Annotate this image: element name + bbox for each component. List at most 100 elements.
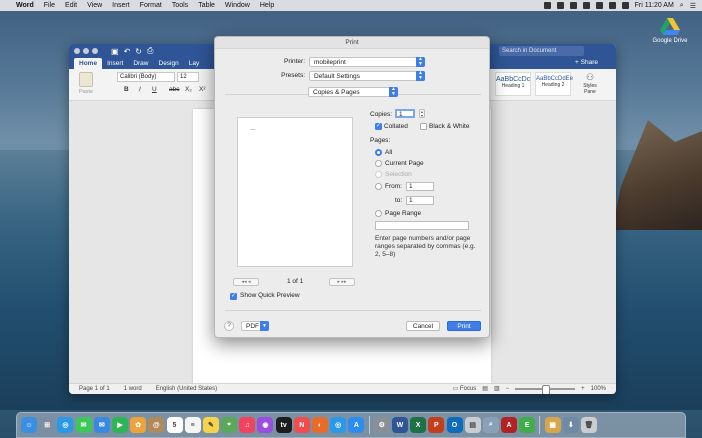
first-page-button[interactable]: ◂◂ ◂ (233, 278, 259, 286)
from-radio[interactable] (375, 183, 382, 190)
dock-tv-icon[interactable]: tv (275, 417, 292, 433)
presets-select[interactable]: Default Settings ▲ ▼ (309, 71, 425, 81)
google-drive-desktop-icon[interactable]: Google Drive (652, 18, 688, 44)
dock-printer-icon[interactable]: ▤ (464, 417, 481, 433)
printer-select[interactable]: mobileprint ▲ ▼ (309, 57, 425, 67)
style-heading-2[interactable]: AaBbCcDdEe Heading 2 (535, 72, 573, 96)
dock-music-icon[interactable]: ♫ (239, 417, 256, 433)
tab-draw[interactable]: Draw (128, 58, 153, 69)
status-words[interactable]: 1 word (124, 386, 142, 392)
dock-powerpoint-icon[interactable]: P (428, 417, 445, 433)
italic-button[interactable]: I (139, 86, 141, 93)
dock-photos-icon[interactable]: ✿ (130, 417, 147, 433)
dock-contacts-icon[interactable]: @ (148, 417, 165, 433)
tab-insert[interactable]: Insert (102, 58, 128, 69)
menu-clock[interactable]: Fri 11:20 AM (635, 2, 674, 9)
menu-window[interactable]: Window (225, 2, 250, 9)
style-heading-1[interactable]: AaBbCcDc Heading 1 (495, 72, 531, 96)
dock-outlook-icon[interactable]: O (446, 417, 463, 433)
to-input[interactable]: 1 (406, 196, 434, 205)
dock-notes-icon[interactable]: ✎ (202, 417, 219, 433)
menu-tools[interactable]: Tools (172, 2, 188, 9)
page-range-radio[interactable] (375, 210, 382, 217)
wifi-icon[interactable] (608, 2, 616, 9)
zoom-out-icon[interactable]: − (506, 386, 510, 392)
underline-button[interactable]: U (152, 86, 157, 93)
dock-launchpad-icon[interactable]: ⊞ (39, 417, 56, 433)
menu-view[interactable]: View (87, 2, 102, 9)
dock-finder-icon[interactable]: ☺ (21, 417, 37, 433)
help-button[interactable]: ? (224, 321, 234, 331)
status-icon[interactable] (569, 2, 577, 9)
dock-archive-icon[interactable]: ▦ (544, 417, 561, 433)
dock-podcasts-icon[interactable]: ◉ (257, 417, 274, 433)
bold-button[interactable]: B (124, 86, 129, 93)
tab-design[interactable]: Design (154, 58, 184, 69)
dock-pdf-app-icon[interactable]: A (501, 417, 518, 433)
menu-insert[interactable]: Insert (112, 2, 130, 9)
font-size-select[interactable]: 12 (177, 72, 199, 82)
status-page[interactable]: Page 1 of 1 (79, 386, 110, 392)
next-page-button[interactable]: ▸ ▸▸ (329, 278, 355, 286)
dock-messages-icon[interactable]: ✉ (75, 417, 92, 433)
dock-evernote-icon[interactable]: E (519, 417, 536, 433)
menu-edit[interactable]: Edit (65, 2, 77, 9)
copies-input[interactable]: 1 (395, 109, 415, 118)
dock-calendar-icon[interactable]: 5 (166, 417, 183, 433)
dock-reminders-icon[interactable]: ≡ (184, 417, 201, 433)
font-name-select[interactable]: Calibri (Body) (117, 72, 175, 82)
dock-facetime-icon[interactable]: ▶ (111, 417, 128, 433)
menu-file[interactable]: File (44, 2, 55, 9)
dock-excel-icon[interactable]: X (410, 417, 427, 433)
dock-system-preferences-icon[interactable]: ⚙ (373, 417, 390, 433)
tab-layout[interactable]: Lay (184, 58, 204, 69)
from-input[interactable]: 1 (406, 182, 434, 191)
strikethrough-button[interactable]: abc (169, 86, 179, 93)
focus-button[interactable]: ▭ Focus (453, 385, 477, 392)
show-quick-preview-checkbox[interactable]: ✓ (230, 293, 237, 300)
share-button[interactable]: + Share (575, 59, 598, 66)
dock-firefox-icon[interactable]: ◐ (312, 417, 328, 433)
superscript-button[interactable]: X² (199, 86, 206, 93)
dock-preview-icon[interactable]: ⌕ (482, 417, 499, 433)
menu-app-name[interactable]: Word (16, 2, 34, 9)
zoom-window-button[interactable] (92, 48, 98, 54)
status-icon[interactable] (556, 2, 564, 9)
menu-format[interactable]: Format (140, 2, 162, 9)
minimize-window-button[interactable] (83, 48, 89, 54)
bluetooth-icon[interactable] (595, 2, 603, 9)
copies-stepper[interactable]: ▴ ▾ (419, 109, 425, 118)
zoom-level[interactable]: 100% (591, 386, 606, 392)
menu-help[interactable]: Help (260, 2, 274, 9)
tab-home[interactable]: Home (74, 58, 103, 69)
zoom-slider[interactable] (515, 384, 576, 394)
status-icon[interactable] (543, 2, 551, 9)
print-button[interactable]: Print (447, 321, 481, 331)
cancel-button[interactable]: Cancel (406, 321, 440, 331)
dock-news-icon[interactable]: N (293, 417, 310, 433)
status-language[interactable]: English (United States) (156, 386, 217, 392)
black-white-checkbox[interactable] (420, 123, 427, 130)
undo-icon[interactable]: ↶ (124, 47, 131, 56)
current-page-radio[interactable] (375, 160, 382, 167)
page-range-input[interactable] (375, 221, 469, 230)
dock-word-icon[interactable]: W (391, 417, 408, 433)
status-icon[interactable] (582, 2, 590, 9)
search-input[interactable]: Search in Document (499, 46, 584, 56)
dock-app-store-icon[interactable]: A (348, 417, 365, 433)
pages-all-radio[interactable] (375, 149, 382, 156)
print-layout-view-icon[interactable]: ▤ (482, 385, 488, 392)
subscript-button[interactable]: X₂ (185, 86, 192, 93)
pdf-menu-button[interactable]: PDF ▼ (241, 321, 269, 331)
control-center-icon[interactable]: ☰ (690, 2, 696, 10)
dock-mail-icon[interactable]: ✉ (93, 417, 110, 433)
battery-icon[interactable] (621, 2, 629, 9)
dock-maps-icon[interactable]: ⌖ (221, 417, 238, 433)
print-icon[interactable]: ⎙ (147, 46, 153, 56)
dock-safari-icon[interactable]: ◎ (57, 417, 74, 433)
dock-trash-icon[interactable]: 🗑 (581, 417, 597, 433)
paste-button[interactable]: Paste (75, 72, 97, 95)
zoom-in-icon[interactable]: + (581, 386, 585, 392)
close-window-button[interactable] (74, 48, 80, 54)
dock-safari-2-icon[interactable]: ◎ (330, 417, 347, 433)
